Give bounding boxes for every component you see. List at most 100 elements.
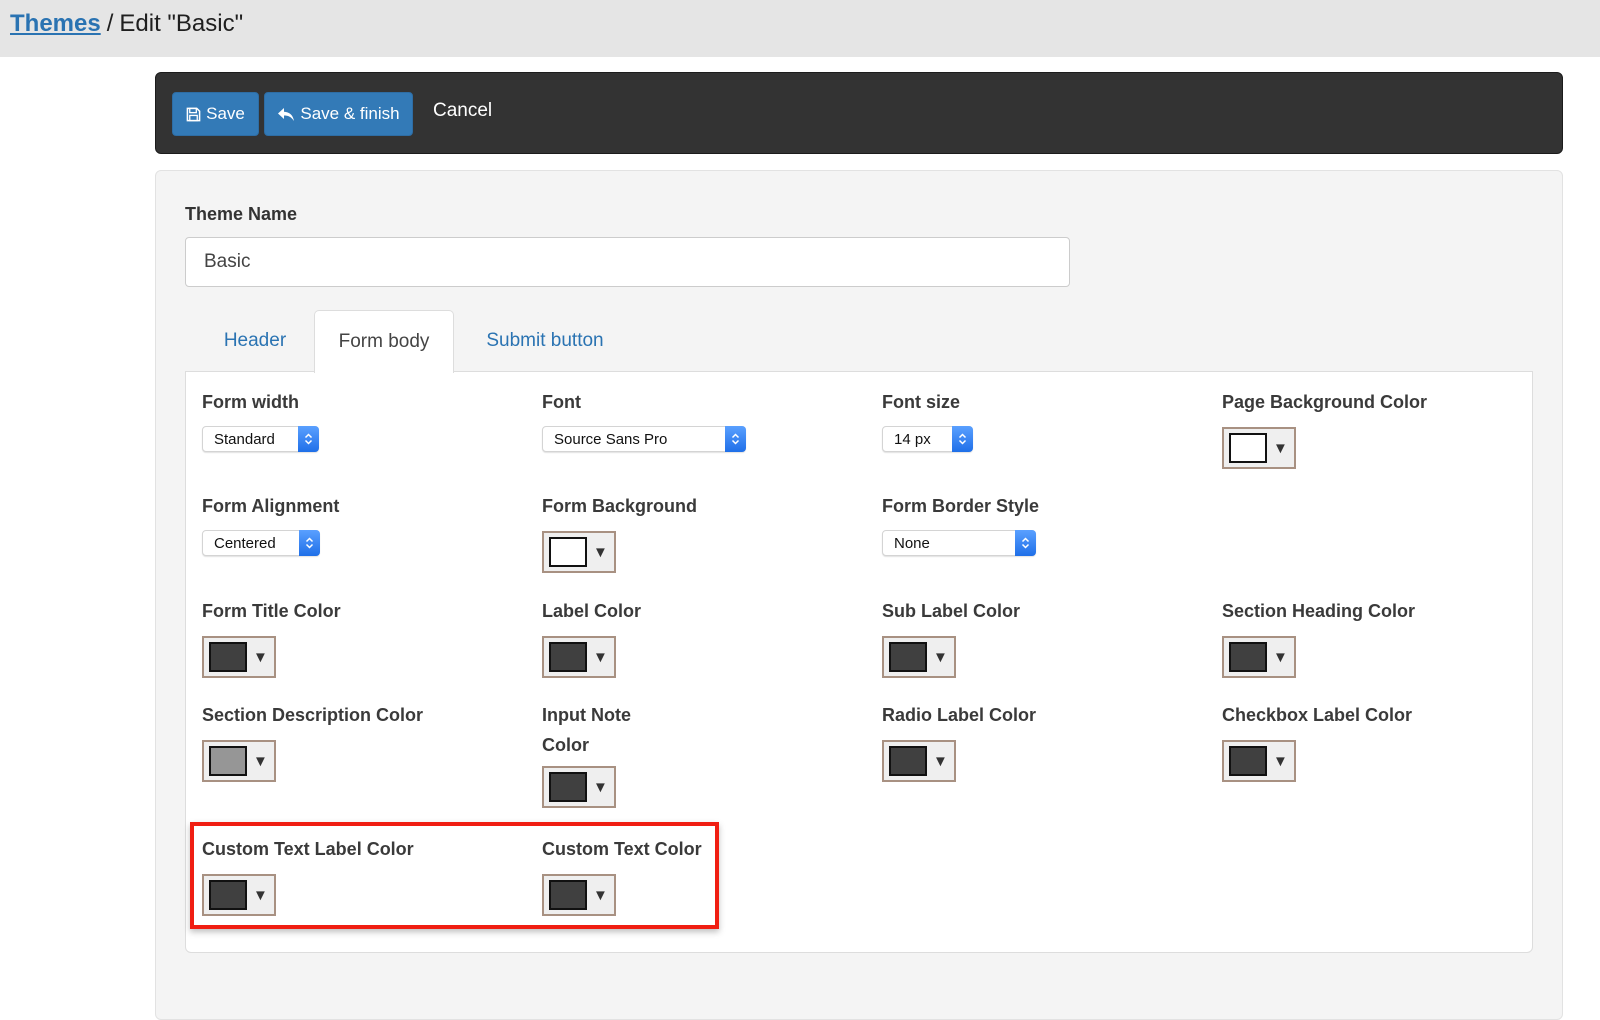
- save-button[interactable]: Save: [172, 92, 259, 136]
- font-size-select[interactable]: 14 px: [882, 425, 973, 452]
- section-heading-color-picker[interactable]: ▼: [1222, 636, 1296, 678]
- color-swatch: [1229, 642, 1267, 672]
- caret-down-icon: ▼: [1273, 752, 1288, 770]
- theme-name-input[interactable]: [185, 237, 1070, 287]
- reply-arrow-icon: [277, 107, 295, 122]
- form-alignment-select[interactable]: Centered: [202, 529, 320, 556]
- form-border-style-label: Form Border Style: [882, 496, 1040, 516]
- caret-down-icon: ▼: [593, 886, 608, 904]
- color-swatch: [889, 642, 927, 672]
- font-size-field: Font size 14 px: [882, 387, 973, 452]
- color-swatch: [549, 880, 587, 910]
- sub-label-color-field: Sub Label Color ▼: [882, 596, 1020, 678]
- form-width-label: Form width: [202, 392, 299, 412]
- section-heading-color-label: Section Heading Color: [1222, 601, 1416, 621]
- checkbox-label-color-label: Checkbox Label Color: [1222, 705, 1413, 725]
- color-swatch: [889, 746, 927, 776]
- form-width-value: Standard: [214, 430, 275, 448]
- form-border-style-field: Form Border Style None: [882, 491, 1039, 556]
- save-button-label: Save: [206, 104, 245, 123]
- tab-form-body[interactable]: Form body: [314, 310, 454, 373]
- radio-label-color-picker[interactable]: ▼: [882, 740, 956, 782]
- caret-down-icon: ▼: [253, 886, 268, 904]
- caret-down-icon: ▼: [593, 648, 608, 666]
- form-background-label: Form Background: [542, 496, 698, 516]
- select-updown-icon: [725, 425, 746, 452]
- form-alignment-label: Form Alignment: [202, 496, 340, 516]
- color-swatch: [549, 537, 587, 567]
- font-label: Font: [542, 392, 581, 412]
- sub-label-color-label: Sub Label Color: [882, 601, 1021, 621]
- form-body-settings: Form width Standard Font Source Sans Pro…: [185, 371, 1533, 953]
- label-color-picker[interactable]: ▼: [542, 636, 616, 678]
- color-swatch: [1229, 433, 1267, 463]
- caret-down-icon: ▼: [253, 648, 268, 666]
- form-width-select[interactable]: Standard: [202, 425, 319, 452]
- select-updown-icon: [952, 425, 973, 452]
- font-size-value: 14 px: [894, 430, 931, 448]
- tab-bar: Header Form body Submit button: [185, 310, 1535, 373]
- color-swatch: [549, 772, 587, 802]
- top-bar: Themes / Edit "Basic": [0, 0, 1600, 57]
- breadcrumb-current: Edit "Basic": [119, 10, 244, 37]
- theme-name-label: Theme Name: [185, 204, 298, 224]
- form-width-field: Form width Standard: [202, 387, 319, 452]
- input-note-color-label-line2: Color: [542, 735, 589, 755]
- custom-text-label-color-picker[interactable]: ▼: [202, 874, 276, 916]
- checkbox-label-color-picker[interactable]: ▼: [1222, 740, 1296, 782]
- page-background-color-picker[interactable]: ▼: [1222, 427, 1296, 469]
- font-select[interactable]: Source Sans Pro: [542, 425, 746, 452]
- caret-down-icon: ▼: [253, 752, 268, 770]
- theme-editor-panel: Theme Name Header Form body Submit butto…: [155, 170, 1563, 1020]
- color-swatch: [1229, 746, 1267, 776]
- caret-down-icon: ▼: [593, 543, 608, 561]
- form-alignment-value: Centered: [214, 534, 276, 552]
- input-note-color-label-line1: Input Note: [542, 705, 631, 725]
- cancel-link[interactable]: Cancel: [433, 100, 492, 122]
- save-and-finish-button[interactable]: Save & finish: [264, 92, 413, 136]
- label-color-label: Label Color: [542, 601, 642, 621]
- page-background-color-field: Page Background Color ▼: [1222, 387, 1427, 469]
- select-updown-icon: [1015, 529, 1036, 556]
- breadcrumb-themes-link[interactable]: Themes: [10, 10, 101, 37]
- checkbox-label-color-field: Checkbox Label Color ▼: [1222, 700, 1412, 782]
- form-background-color-picker[interactable]: ▼: [542, 531, 616, 573]
- form-background-field: Form Background ▼: [542, 491, 697, 573]
- section-description-color-label: Section Description Color: [202, 705, 424, 725]
- action-toolbar: Save Save & finish Cancel: [155, 72, 1563, 154]
- caret-down-icon: ▼: [933, 648, 948, 666]
- font-value: Source Sans Pro: [554, 430, 668, 448]
- radio-label-color-label: Radio Label Color: [882, 705, 1037, 725]
- custom-text-label-color-label: Custom Text Label Color: [202, 839, 414, 859]
- sub-label-color-picker[interactable]: ▼: [882, 636, 956, 678]
- form-title-color-picker[interactable]: ▼: [202, 636, 276, 678]
- color-swatch: [209, 746, 247, 776]
- caret-down-icon: ▼: [933, 752, 948, 770]
- custom-text-label-color-field: Custom Text Label Color ▼: [202, 834, 414, 916]
- form-border-style-select[interactable]: None: [882, 529, 1036, 556]
- input-note-color-field: Input Note Color ▼: [542, 700, 631, 808]
- tab-submit-button[interactable]: Submit button: [461, 310, 629, 372]
- breadcrumb-separator: /: [106, 10, 114, 37]
- page-background-color-label: Page Background Color: [1222, 392, 1428, 412]
- caret-down-icon: ▼: [1273, 648, 1288, 666]
- tab-header[interactable]: Header: [185, 310, 325, 372]
- color-swatch: [209, 880, 247, 910]
- form-border-style-value: None: [894, 534, 930, 552]
- font-size-label: Font size: [882, 392, 961, 412]
- section-heading-color-field: Section Heading Color ▼: [1222, 596, 1415, 678]
- custom-text-color-field: Custom Text Color ▼: [542, 834, 702, 916]
- label-color-field: Label Color ▼: [542, 596, 641, 678]
- floppy-disk-icon: [186, 107, 201, 122]
- section-description-color-picker[interactable]: ▼: [202, 740, 276, 782]
- color-swatch: [549, 642, 587, 672]
- input-note-color-picker[interactable]: ▼: [542, 766, 616, 808]
- section-description-color-field: Section Description Color ▼: [202, 700, 423, 782]
- form-title-color-label: Form Title Color: [202, 601, 341, 621]
- radio-label-color-field: Radio Label Color ▼: [882, 700, 1036, 782]
- custom-text-color-picker[interactable]: ▼: [542, 874, 616, 916]
- select-updown-icon: [299, 529, 320, 556]
- caret-down-icon: ▼: [1273, 439, 1288, 457]
- form-title-color-field: Form Title Color ▼: [202, 596, 341, 678]
- font-field: Font Source Sans Pro: [542, 387, 746, 452]
